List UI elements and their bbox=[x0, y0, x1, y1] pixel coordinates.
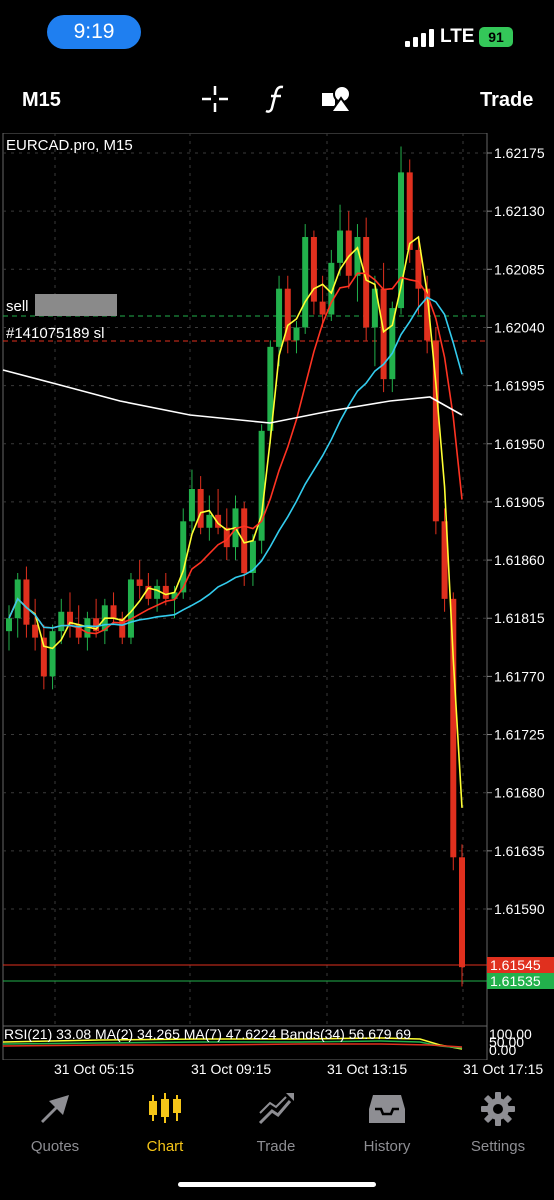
candle-body bbox=[32, 624, 39, 638]
time-label: 31 Oct 09:15 bbox=[191, 1061, 272, 1077]
tab-trade[interactable]: Trade bbox=[226, 1091, 326, 1155]
battery-icon: 91 bbox=[479, 27, 513, 47]
chart-frame bbox=[2, 133, 488, 1060]
price-tick-label: 1.62175 bbox=[494, 145, 545, 161]
time-label: 31 Oct 13:15 bbox=[327, 1061, 408, 1077]
home-indicator bbox=[178, 1182, 376, 1187]
quotes-icon bbox=[41, 1095, 69, 1123]
candle-body bbox=[450, 598, 457, 858]
tab-label: Trade bbox=[256, 1138, 296, 1155]
chart-toolbar: M15 Trade bbox=[0, 76, 554, 122]
price-tick-label: 1.62130 bbox=[494, 203, 545, 219]
indicator-label: RSI(21) 33.08 MA(2) 34.265 MA(7) 47.6224… bbox=[4, 1026, 411, 1042]
candle-body bbox=[136, 579, 143, 586]
trade-button[interactable]: Trade bbox=[480, 89, 533, 112]
tab-label: History bbox=[363, 1138, 411, 1155]
tab-label: Quotes bbox=[30, 1138, 80, 1155]
tab-history[interactable]: History bbox=[337, 1091, 437, 1155]
tab-label: Chart bbox=[146, 1138, 184, 1155]
candle-body bbox=[258, 430, 265, 541]
candle-body bbox=[197, 489, 204, 528]
trade-icon bbox=[258, 1093, 294, 1125]
price-tick-label: 1.61680 bbox=[494, 785, 545, 801]
price-tick-label: 1.61950 bbox=[494, 436, 545, 452]
candle-body bbox=[206, 514, 213, 528]
price-tick-label: 1.61815 bbox=[494, 610, 545, 626]
battery-level: 91 bbox=[488, 29, 504, 45]
tab-quotes[interactable]: Quotes bbox=[5, 1091, 105, 1155]
order-ticket-label: #141075189 sl bbox=[6, 325, 104, 342]
candle-body bbox=[363, 237, 370, 328]
candle-body bbox=[276, 288, 283, 347]
candle-body bbox=[188, 489, 195, 522]
price-tick-label: 1.61590 bbox=[494, 901, 545, 917]
ask-price-label: 1.61535 bbox=[490, 973, 541, 989]
price-axis: 1.62175 1.62130 1.62085 1.62040 1.61995 1.619… bbox=[487, 145, 545, 917]
price-tick-label: 1.62040 bbox=[494, 319, 545, 335]
candle-body bbox=[319, 301, 326, 315]
candle-body bbox=[459, 857, 465, 968]
candle-body bbox=[345, 230, 352, 276]
price-tick-label: 1.61905 bbox=[494, 494, 545, 510]
tab-chart[interactable]: Chart bbox=[115, 1091, 215, 1155]
tab-label: Settings bbox=[470, 1138, 526, 1155]
price-tick-label: 1.62085 bbox=[494, 261, 545, 277]
candle-body bbox=[162, 585, 169, 599]
tab-settings[interactable]: Settings bbox=[448, 1091, 548, 1155]
status-time: 9:19 bbox=[47, 15, 141, 49]
price-tick-label: 1.61995 bbox=[494, 378, 545, 394]
candle-body bbox=[49, 631, 56, 677]
candle-body bbox=[58, 611, 65, 632]
function-icon[interactable] bbox=[262, 84, 292, 114]
status-bar: 9:19 LTE 91 bbox=[0, 0, 554, 66]
time-label: 31 Oct 17:15 bbox=[463, 1061, 544, 1077]
candle-body bbox=[23, 579, 30, 625]
chart-grid bbox=[3, 133, 487, 1026]
objects-icon[interactable] bbox=[321, 84, 353, 114]
candle-body bbox=[302, 237, 309, 328]
candle-body bbox=[110, 605, 117, 619]
chart-canvas[interactable]: 1.62175 1.62130 1.62085 1.62040 1.61995 1.619… bbox=[0, 133, 554, 1060]
bid-price-label: 1.61545 bbox=[490, 957, 541, 973]
settings-icon bbox=[481, 1092, 515, 1126]
network-label: LTE bbox=[440, 26, 475, 47]
price-chart[interactable]: 1.62175 1.62130 1.62085 1.62040 1.61995 1.619… bbox=[0, 133, 554, 1060]
price-tick-label: 1.61635 bbox=[494, 843, 545, 859]
order-levels bbox=[3, 315, 487, 982]
crosshair-icon[interactable] bbox=[200, 84, 230, 114]
candle-body bbox=[293, 327, 300, 341]
rsi-tick-0: 0.00 bbox=[489, 1042, 516, 1058]
price-tick-label: 1.61725 bbox=[494, 727, 545, 743]
price-tick-label: 1.61860 bbox=[494, 552, 545, 568]
timeframe-button[interactable]: M15 bbox=[22, 89, 61, 112]
time-label: 31 Oct 05:15 bbox=[54, 1061, 135, 1077]
candle-body bbox=[6, 618, 12, 632]
signal-icon bbox=[405, 29, 434, 47]
candle-body bbox=[406, 172, 413, 250]
order-type-label: sell bbox=[6, 298, 29, 315]
candle-body bbox=[415, 249, 422, 289]
price-tick-label: 1.61770 bbox=[494, 668, 545, 684]
chart-symbol-label: EURCAD.pro, M15 bbox=[6, 137, 133, 154]
redacted-block bbox=[35, 294, 117, 316]
history-icon bbox=[369, 1095, 405, 1123]
candle-body bbox=[154, 585, 161, 599]
chart-icon bbox=[149, 1093, 181, 1123]
rsi-band-line bbox=[2, 1043, 463, 1048]
time-axis: 31 Oct 05:15 31 Oct 09:15 31 Oct 13:15 3… bbox=[0, 1060, 554, 1080]
candle-body bbox=[337, 230, 344, 263]
candles bbox=[6, 146, 465, 987]
